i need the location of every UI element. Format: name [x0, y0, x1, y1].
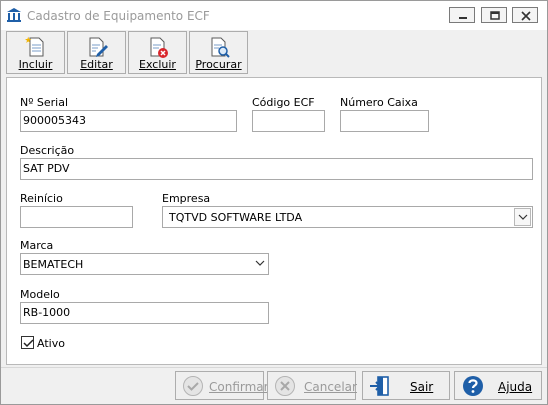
- confirmar-label: Confirmar: [209, 380, 269, 394]
- marca-select[interactable]: BEMATECH: [20, 253, 269, 275]
- modelo-input[interactable]: RB-1000: [20, 302, 269, 324]
- codigo-ecf-label: Código ECF: [252, 96, 315, 109]
- procurar-label: Procurar: [195, 58, 242, 71]
- excluir-label: Excluir: [139, 58, 176, 71]
- sair-button[interactable]: Sair: [362, 371, 450, 400]
- procurar-button[interactable]: Procurar: [189, 31, 248, 74]
- new-document-icon: [25, 36, 44, 57]
- edit-document-icon: [89, 37, 108, 57]
- descricao-label: Descrição: [20, 144, 75, 157]
- x-circle-icon: [275, 376, 295, 396]
- empresa-value: TQTVD SOFTWARE LTDA: [169, 211, 303, 224]
- empresa-label: Empresa: [162, 192, 211, 205]
- form-panel: Nº Serial 900005343 Código ECF Número Ca…: [6, 77, 542, 365]
- marca-value: BEMATECH: [23, 258, 84, 271]
- codigo-ecf-input[interactable]: [252, 110, 325, 132]
- chevron-down-icon[interactable]: [514, 208, 531, 226]
- footer-divider: [1, 367, 547, 368]
- serial-label: Nº Serial: [20, 96, 69, 109]
- minimize-button[interactable]: [449, 7, 475, 23]
- window-title: Cadastro de Equipamento ECF: [27, 9, 210, 23]
- marca-label: Marca: [20, 239, 54, 252]
- incluir-label: Incluir: [18, 58, 53, 71]
- search-document-icon: [211, 37, 230, 58]
- editar-label: Editar: [80, 58, 113, 71]
- title-bar[interactable]: Cadastro de Equipamento ECF: [1, 1, 547, 30]
- editar-button[interactable]: Editar: [67, 31, 126, 74]
- toolbar: Incluir Editar Excluir Procurar: [6, 30, 542, 74]
- cancelar-label: Cancelar: [304, 380, 357, 394]
- chevron-down-icon[interactable]: [251, 254, 268, 274]
- numero-caixa-input[interactable]: [340, 110, 429, 132]
- ativo-label: Ativo: [37, 337, 65, 350]
- excluir-button[interactable]: Excluir: [128, 31, 187, 74]
- serial-input[interactable]: 900005343: [20, 110, 237, 132]
- check-circle-icon: [183, 376, 203, 396]
- numero-caixa-label: Número Caixa: [340, 96, 418, 109]
- ajuda-button[interactable]: Ajuda: [454, 371, 542, 400]
- modelo-label: Modelo: [20, 288, 60, 301]
- bank-icon: [6, 7, 22, 23]
- maximize-button[interactable]: [481, 7, 507, 23]
- delete-document-icon: [150, 37, 168, 58]
- help-icon: [463, 376, 483, 396]
- ativo-checkbox[interactable]: [21, 336, 34, 349]
- exit-door-icon: [370, 376, 389, 396]
- incluir-button[interactable]: Incluir: [6, 31, 65, 74]
- reinicio-label: Reinício: [20, 192, 63, 205]
- cadastro-window: Cadastro de Equipamento ECF Incluir Edit…: [0, 0, 548, 405]
- reinicio-input[interactable]: [20, 206, 133, 228]
- descricao-input[interactable]: SAT PDV: [20, 158, 533, 180]
- close-button[interactable]: [512, 7, 538, 23]
- ajuda-label: Ajuda: [498, 380, 533, 394]
- sair-label: Sair: [410, 380, 434, 394]
- empresa-select[interactable]: TQTVD SOFTWARE LTDA: [162, 206, 533, 228]
- cancelar-button[interactable]: Cancelar: [267, 371, 357, 400]
- confirmar-button[interactable]: Confirmar: [175, 371, 269, 400]
